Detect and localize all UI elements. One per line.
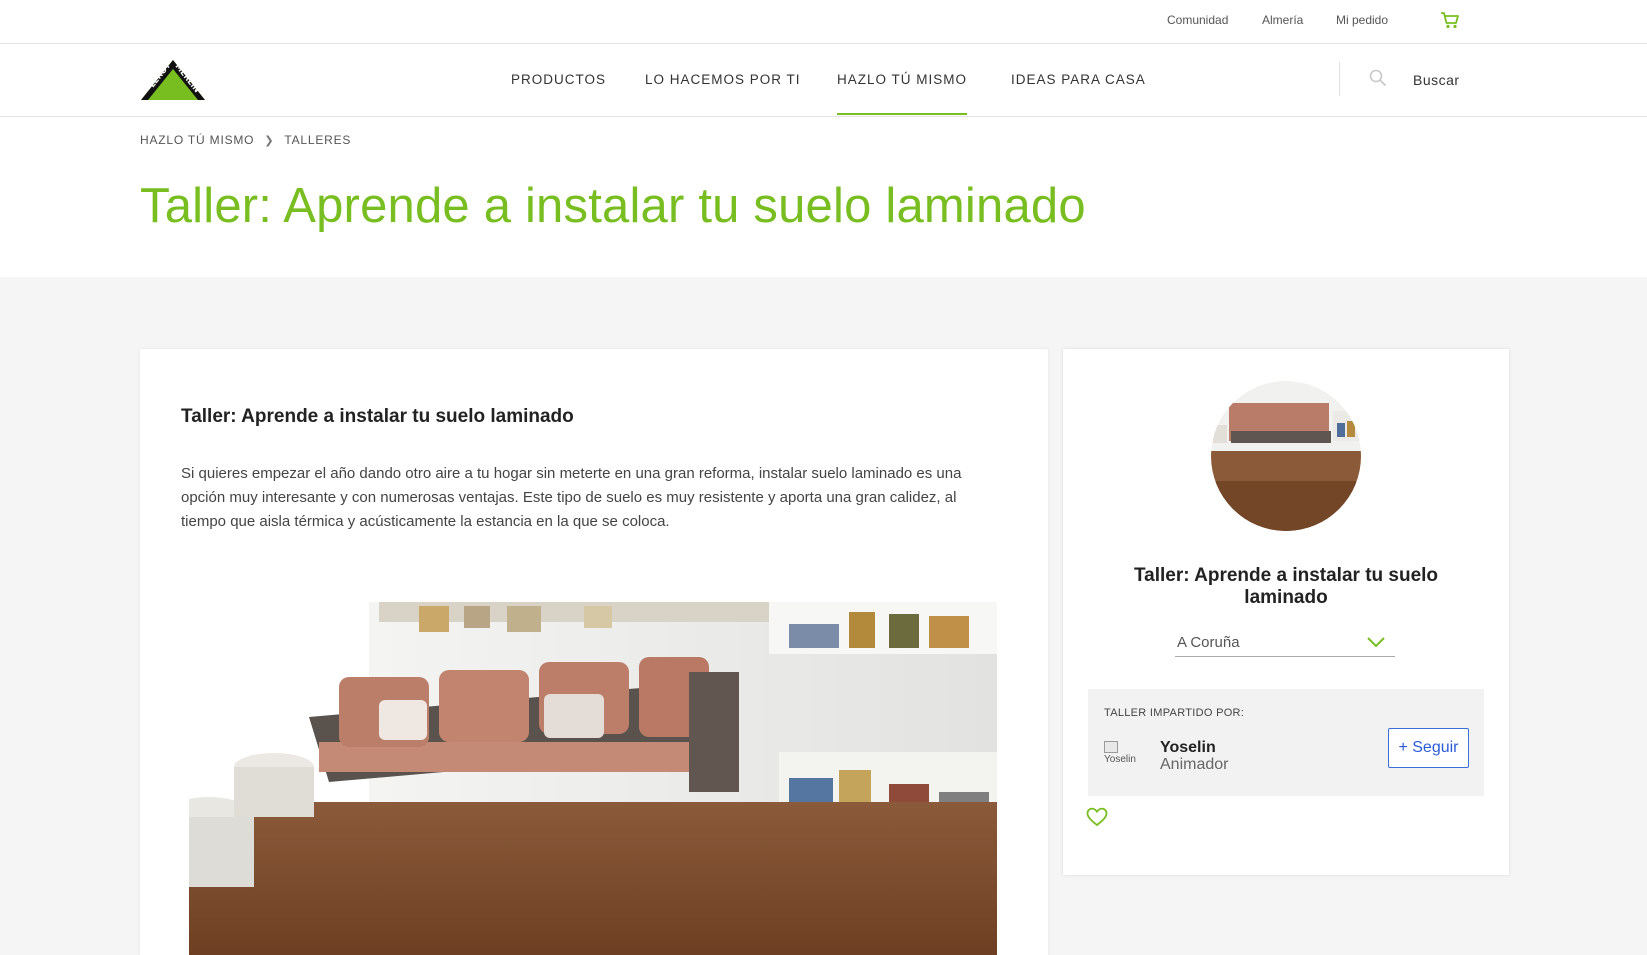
community-link[interactable]: Comunidad — [1167, 13, 1228, 27]
article-title: Taller: Aprende a instalar tu suelo lami… — [181, 406, 574, 427]
breadcrumb-talleres[interactable]: TALLERES — [284, 133, 351, 147]
location-selected-value: A Coruña — [1177, 634, 1240, 651]
search-label[interactable]: Buscar — [1413, 72, 1460, 88]
nav-hazlo-tu-mismo[interactable]: HAZLO TÚ MISMO — [837, 72, 968, 115]
broken-image-icon — [1104, 741, 1118, 753]
search-icon[interactable] — [1368, 68, 1388, 88]
main-navigation: LEROY MERLIN PRODUCTOS LO HACEMOS POR TI… — [0, 44, 1647, 117]
my-order-link[interactable]: Mi pedido — [1336, 13, 1388, 27]
instructor-avatar: Yoselin — [1104, 741, 1144, 773]
instructor-avatar-alt: Yoselin — [1104, 754, 1136, 765]
workshop-sidebar-card: Taller: Aprende a instalar tu suelo lami… — [1063, 349, 1509, 875]
instructor-role: Animador — [1160, 756, 1229, 773]
heart-icon[interactable] — [1086, 807, 1108, 827]
leroy-merlin-logo[interactable]: LEROY MERLIN — [139, 58, 207, 102]
instructor-label: TALLER IMPARTIDO POR: — [1104, 707, 1245, 719]
instructor-name[interactable]: Yoselin — [1160, 739, 1216, 757]
store-location-link[interactable]: Almería — [1262, 13, 1303, 27]
nav-productos[interactable]: PRODUCTOS — [511, 72, 606, 87]
breadcrumb-hazlo-tu-mismo[interactable]: HAZLO TÚ MISMO — [140, 133, 254, 147]
hero-image-living-room — [189, 602, 997, 955]
cart-icon[interactable] — [1439, 9, 1461, 31]
page-title: Taller: Aprende a instalar tu suelo lami… — [140, 179, 1086, 233]
chevron-down-icon — [1367, 635, 1385, 648]
instructor-panel: TALLER IMPARTIDO POR: Yoselin Yoselin An… — [1088, 689, 1484, 796]
workshop-thumbnail — [1211, 381, 1361, 531]
location-select[interactable]: A Coruña — [1175, 625, 1395, 657]
nav-divider — [1339, 62, 1340, 96]
top-utility-bar: Comunidad Almería Mi pedido — [0, 0, 1647, 44]
nav-lo-hacemos-por-ti[interactable]: LO HACEMOS POR TI — [645, 72, 801, 87]
article-body: Si quieres empezar el año dando otro air… — [181, 465, 962, 530]
article-card: Taller: Aprende a instalar tu suelo lami… — [140, 349, 1048, 955]
workshop-title: Taller: Aprende a instalar tu suelo lami… — [1133, 565, 1439, 608]
follow-button[interactable]: + Seguir — [1388, 728, 1469, 768]
breadcrumb: HAZLO TÚ MISMO ❯ TALLERES — [140, 133, 351, 147]
nav-ideas-para-casa[interactable]: IDEAS PARA CASA — [1011, 72, 1146, 87]
chevron-right-icon: ❯ — [264, 134, 275, 147]
